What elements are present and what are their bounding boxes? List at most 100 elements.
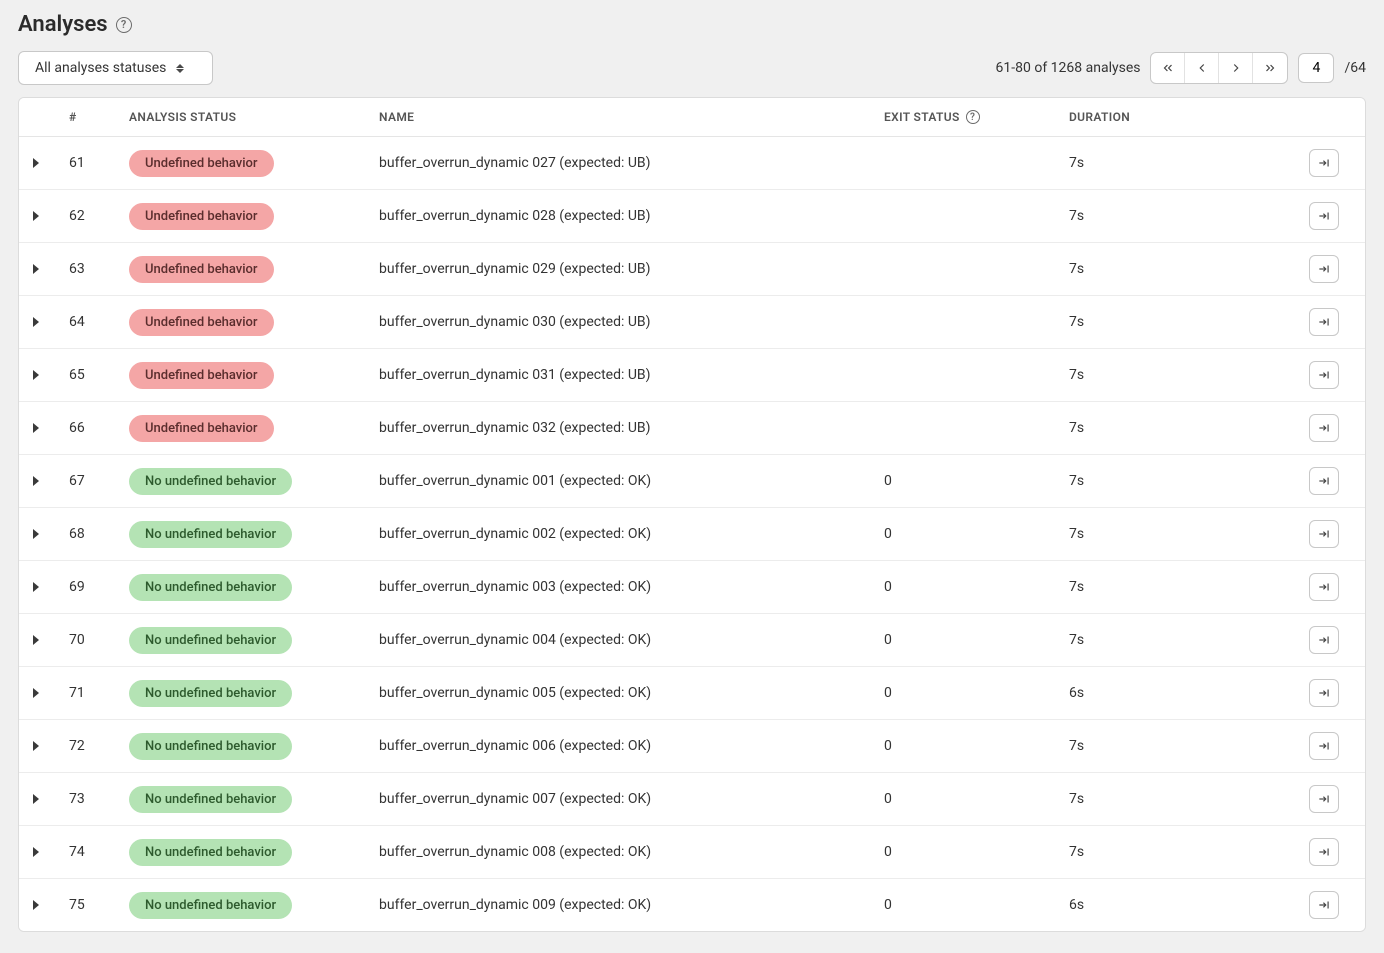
pager-first-button[interactable] [1151, 53, 1185, 83]
open-analysis-button[interactable] [1309, 149, 1339, 177]
row-duration: 7s [1069, 579, 1279, 595]
expand-row-icon[interactable] [33, 211, 39, 221]
page-number-input[interactable] [1298, 53, 1334, 83]
table-row[interactable]: 61Undefined behaviorbuffer_overrun_dynam… [19, 137, 1365, 190]
row-name: buffer_overrun_dynamic 009 (expected: OK… [379, 897, 884, 913]
expand-row-icon[interactable] [33, 476, 39, 486]
row-duration: 6s [1069, 897, 1279, 913]
help-icon[interactable]: ? [966, 110, 980, 124]
table-row[interactable]: 75No undefined behaviorbuffer_overrun_dy… [19, 879, 1365, 931]
row-exit-status: 0 [884, 526, 1069, 542]
chevron-right-icon [1229, 61, 1243, 75]
expand-row-icon[interactable] [33, 264, 39, 274]
open-analysis-button[interactable] [1309, 785, 1339, 813]
row-exit-status: 0 [884, 579, 1069, 595]
status-badge: No undefined behavior [129, 892, 292, 919]
row-number: 68 [69, 526, 129, 542]
table-row[interactable]: 69No undefined behaviorbuffer_overrun_dy… [19, 561, 1365, 614]
row-name: buffer_overrun_dynamic 030 (expected: UB… [379, 314, 884, 330]
table-row[interactable]: 66Undefined behaviorbuffer_overrun_dynam… [19, 402, 1365, 455]
col-name: NAME [379, 110, 884, 124]
row-number: 74 [69, 844, 129, 860]
row-number: 61 [69, 155, 129, 171]
status-badge: Undefined behavior [129, 256, 274, 283]
open-analysis-button[interactable] [1309, 573, 1339, 601]
expand-row-icon[interactable] [33, 423, 39, 433]
pager-prev-button[interactable] [1185, 53, 1219, 83]
open-analysis-button[interactable] [1309, 414, 1339, 442]
expand-row-icon[interactable] [33, 370, 39, 380]
status-badge: No undefined behavior [129, 839, 292, 866]
row-number: 71 [69, 685, 129, 701]
open-analysis-button[interactable] [1309, 891, 1339, 919]
expand-row-icon[interactable] [33, 688, 39, 698]
row-duration: 7s [1069, 844, 1279, 860]
enter-icon [1317, 792, 1331, 806]
row-exit-status: 0 [884, 685, 1069, 701]
open-analysis-button[interactable] [1309, 467, 1339, 495]
expand-row-icon[interactable] [33, 317, 39, 327]
chevron-left-icon [1195, 61, 1209, 75]
status-badge: No undefined behavior [129, 786, 292, 813]
open-analysis-button[interactable] [1309, 308, 1339, 336]
col-duration: DURATION [1069, 110, 1279, 124]
row-duration: 7s [1069, 738, 1279, 754]
open-analysis-button[interactable] [1309, 255, 1339, 283]
table-row[interactable]: 62Undefined behaviorbuffer_overrun_dynam… [19, 190, 1365, 243]
table-row[interactable]: 74No undefined behavior buffer_overrun_dy… [19, 826, 1365, 879]
expand-row-icon[interactable] [33, 794, 39, 804]
enter-icon [1317, 474, 1331, 488]
open-analysis-button[interactable] [1309, 679, 1339, 707]
table-row[interactable]: 67No undefined behaviorbuffer_overrun_dy… [19, 455, 1365, 508]
open-analysis-button[interactable] [1309, 361, 1339, 389]
open-analysis-button[interactable] [1309, 626, 1339, 654]
row-duration: 7s [1069, 314, 1279, 330]
expand-row-icon[interactable] [33, 158, 39, 168]
table-row[interactable]: 72No undefined behaviorbuffer_overrun_dy… [19, 720, 1365, 773]
row-number: 62 [69, 208, 129, 224]
pager-last-button[interactable] [1253, 53, 1287, 83]
row-name: buffer_overrun_dynamic 004 (expected: OK… [379, 632, 884, 648]
table-row[interactable]: 68No undefined behaviorbuffer_overrun_dy… [19, 508, 1365, 561]
pager-next-button[interactable] [1219, 53, 1253, 83]
enter-icon [1317, 368, 1331, 382]
total-pages-label: /64 [1344, 60, 1366, 76]
expand-row-icon[interactable] [33, 741, 39, 751]
enter-icon [1317, 686, 1331, 700]
row-duration: 7s [1069, 261, 1279, 277]
row-duration: 7s [1069, 367, 1279, 383]
open-analysis-button[interactable] [1309, 520, 1339, 548]
table-row[interactable]: 64Undefined behaviorbuffer_overrun_dynam… [19, 296, 1365, 349]
row-name: buffer_overrun_dynamic 032 (expected: UB… [379, 420, 884, 436]
table-row[interactable]: 65Undefined behaviorbuffer_overrun_dynam… [19, 349, 1365, 402]
expand-row-icon[interactable] [33, 635, 39, 645]
row-duration: 7s [1069, 473, 1279, 489]
row-name: buffer_overrun_dynamic 029 (expected: UB… [379, 261, 884, 277]
expand-row-icon[interactable] [33, 900, 39, 910]
analyses-table: # ANALYSIS STATUS NAME EXIT STATUS ? DUR… [18, 97, 1366, 932]
row-name: buffer_overrun_dynamic 008 (expected: OK… [379, 844, 884, 860]
expand-row-icon[interactable] [33, 529, 39, 539]
help-icon[interactable]: ? [116, 17, 132, 33]
open-analysis-button[interactable] [1309, 838, 1339, 866]
row-number: 73 [69, 791, 129, 807]
open-analysis-button[interactable] [1309, 202, 1339, 230]
row-exit-status: 0 [884, 473, 1069, 489]
status-filter-select[interactable]: All analyses statuses [18, 51, 213, 85]
open-analysis-button[interactable] [1309, 732, 1339, 760]
chevron-updown-icon [176, 64, 184, 73]
status-badge: No undefined behavior [129, 733, 292, 760]
expand-row-icon[interactable] [33, 847, 39, 857]
enter-icon [1317, 527, 1331, 541]
table-row[interactable]: 70No undefined behaviorbuffer_overrun_dy… [19, 614, 1365, 667]
row-name: buffer_overrun_dynamic 003 (expected: OK… [379, 579, 884, 595]
row-exit-status: 0 [884, 632, 1069, 648]
row-exit-status: 0 [884, 738, 1069, 754]
row-number: 69 [69, 579, 129, 595]
status-badge: Undefined behavior [129, 309, 274, 336]
expand-row-icon[interactable] [33, 582, 39, 592]
table-row[interactable]: 71No undefined behaviorbuffer_overrun_dy… [19, 667, 1365, 720]
table-row[interactable]: 63Undefined behaviorbuffer_overrun_dynam… [19, 243, 1365, 296]
table-row[interactable]: 73No undefined behaviorbuffer_overrun_dy… [19, 773, 1365, 826]
row-number: 66 [69, 420, 129, 436]
